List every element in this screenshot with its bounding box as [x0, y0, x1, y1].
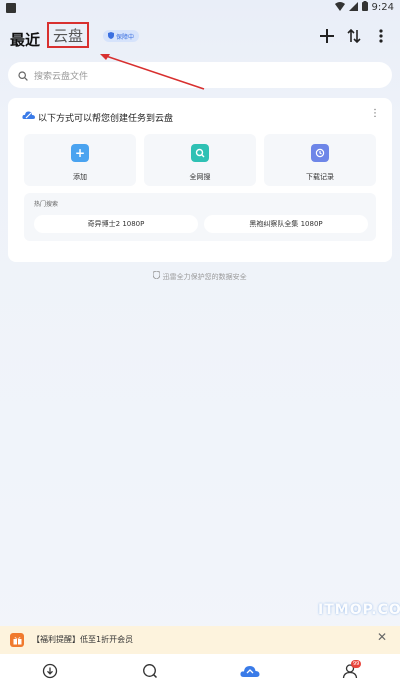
cloud-icon[interactable] — [240, 661, 260, 681]
promo-text: 【福利提醒】低至1折开会员 — [32, 635, 134, 644]
tab-cloud-label: 云盘 — [52, 26, 83, 45]
card-title: 以下方式可以帮您创建任务到云盘 — [38, 114, 174, 124]
status-time: 9:24 — [371, 2, 394, 13]
history-icon — [311, 144, 329, 162]
tab-recent[interactable]: 最近 — [10, 29, 40, 50]
watermark-text: ITMOP.COM — [318, 602, 400, 618]
shield-icon — [152, 270, 162, 281]
close-icon[interactable]: ✕ — [377, 630, 387, 644]
wifi-icon — [334, 1, 345, 14]
search-icon — [191, 144, 209, 162]
search-placeholder: 搜索云盘文件 — [34, 71, 89, 82]
battery-icon — [361, 1, 368, 14]
protect-badge[interactable]: 保障中 — [103, 30, 140, 42]
signal-icon — [348, 1, 358, 14]
security-note-text: 迅雷全力保护您的数据安全 — [162, 273, 247, 281]
status-indicators: 9:24 — [334, 1, 394, 14]
hot-search-item[interactable]: 奇异博士2 1080P — [34, 215, 198, 233]
card-more-icon[interactable]: ⋮ — [370, 108, 380, 119]
cloud-task-icon — [22, 107, 36, 121]
more-icon[interactable] — [372, 27, 390, 45]
web-search-button[interactable]: 全网搜 — [144, 134, 256, 186]
download-history-button[interactable]: 下载记录 — [264, 134, 376, 186]
search-input[interactable]: 搜索云盘文件 — [8, 62, 392, 88]
protect-badge-label: 保障中 — [116, 33, 135, 41]
notification-badge: 99 — [351, 660, 362, 668]
discover-icon[interactable] — [140, 661, 160, 681]
web-search-label: 全网搜 — [189, 173, 211, 181]
add-task-label: 添加 — [73, 173, 87, 181]
security-note: 迅雷全力保护您的数据安全 — [0, 270, 400, 282]
plus-icon: + — [71, 144, 89, 162]
hot-search-item-label: 黑袍纠察队全集 1080P — [249, 220, 323, 228]
gift-icon — [10, 633, 24, 647]
hot-search-item-label: 奇异博士2 1080P — [87, 220, 145, 228]
sort-icon[interactable] — [345, 27, 363, 45]
shield-icon — [108, 31, 114, 41]
search-icon — [18, 66, 28, 85]
hot-search-title: 热门搜索 — [34, 201, 59, 208]
add-icon[interactable] — [318, 27, 336, 45]
hot-search-item[interactable]: 黑袍纠察队全集 1080P — [204, 215, 368, 233]
watermark-logo: ITMOP.COM — [318, 602, 400, 618]
tab-cloud[interactable]: 云盘 — [47, 22, 89, 48]
status-app-icon — [6, 3, 16, 13]
download-history-label: 下载记录 — [306, 173, 334, 181]
download-icon[interactable] — [40, 661, 60, 681]
add-task-button[interactable]: + 添加 — [24, 134, 136, 186]
